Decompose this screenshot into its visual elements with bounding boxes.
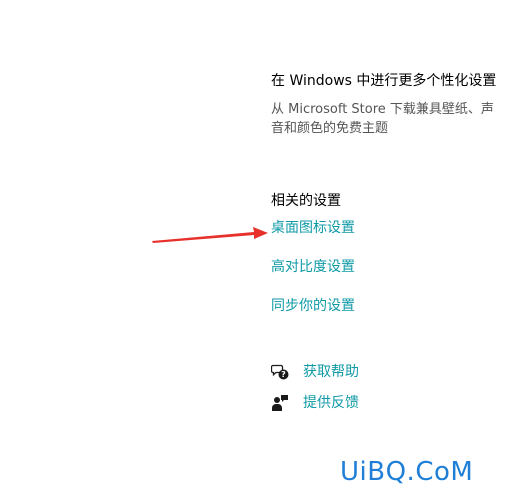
red-arrow-icon	[152, 227, 268, 243]
chat-help-icon: ?	[270, 363, 289, 381]
feedback-person-icon	[271, 394, 289, 412]
svg-text:?: ?	[281, 370, 286, 379]
high-contrast-settings-link[interactable]: 高对比度设置	[271, 258, 355, 276]
get-help-row[interactable]: ? 获取帮助	[270, 362, 359, 382]
personalize-more-title: 在 Windows 中进行更多个性化设置	[271, 73, 497, 89]
desktop-icon-settings-link[interactable]: 桌面图标设置	[271, 219, 355, 237]
feedback-row[interactable]: 提供反馈	[271, 393, 359, 413]
sync-settings-link[interactable]: 同步你的设置	[271, 297, 355, 315]
feedback-link[interactable]: 提供反馈	[303, 394, 359, 412]
site-watermark: UiBQ.CoM	[340, 457, 474, 487]
settings-side-panel: 在 Windows 中进行更多个性化设置 从 Microsoft Store 下…	[270, 0, 512, 499]
get-help-link[interactable]: 获取帮助	[303, 363, 359, 381]
personalize-more-description: 从 Microsoft Store 下载兼具壁纸、声音和颜色的免费主题	[271, 102, 494, 136]
related-settings-title: 相关的设置	[271, 193, 341, 209]
